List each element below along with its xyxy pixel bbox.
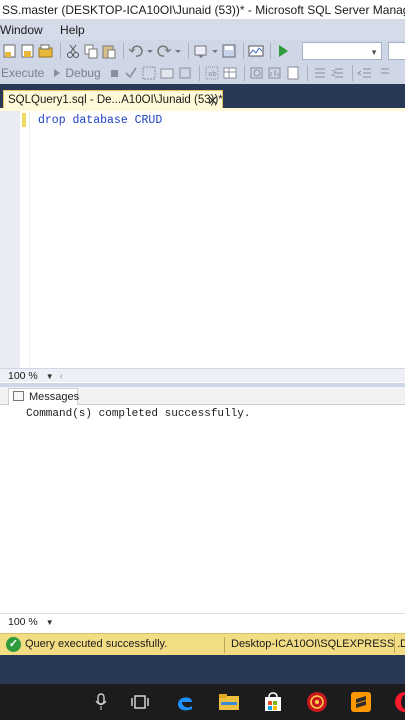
- available-databases-combo[interactable]: ▼: [302, 42, 382, 60]
- red-app-icon[interactable]: [298, 684, 336, 720]
- changed-line-marker: [22, 113, 26, 127]
- toolbar-separator: [198, 65, 200, 81]
- message-line: Command(s) completed successfully.: [26, 408, 251, 420]
- open-file-icon[interactable]: [38, 43, 54, 59]
- tab-messages[interactable]: Messages: [8, 388, 80, 406]
- messages-pane: Command(s) completed successfully.: [0, 405, 405, 613]
- query-editor[interactable]: drop database CRUD: [0, 111, 405, 368]
- copy-icon[interactable]: [83, 43, 99, 59]
- results-to-text-icon[interactable]: ab: [204, 65, 220, 81]
- tab-label: SQLQuery1.sql - De...A10OI\Junaid (53))*: [8, 94, 223, 106]
- sql-editor-toolbar: Execute Debug ab 2: [0, 62, 405, 84]
- toolbar-separator: [351, 65, 353, 81]
- menu-help[interactable]: Help: [60, 23, 85, 37]
- messages-tab-label: Messages: [29, 391, 80, 403]
- save-icon[interactable]: [221, 43, 237, 59]
- toolbar-separator: [243, 65, 245, 81]
- chevron-down-icon[interactable]: ▼: [46, 618, 54, 627]
- include-plan-icon[interactable]: [249, 65, 265, 81]
- menu-bar: Window Help: [0, 20, 405, 40]
- svg-text:ab: ab: [208, 70, 217, 78]
- results-tab-strip: Messages: [0, 387, 405, 406]
- start-debug-icon[interactable]: [275, 43, 291, 59]
- chevron-down-icon: ▼: [370, 48, 378, 57]
- debug-button[interactable]: Debug: [65, 66, 100, 80]
- close-icon[interactable]: ✕: [207, 93, 218, 109]
- debug-play-icon: [52, 65, 62, 81]
- success-check-icon: ✓: [6, 637, 21, 652]
- status-message: Query executed successfully.: [25, 638, 168, 650]
- window-bottom-frame: [0, 655, 405, 684]
- toolbar-separator: [243, 43, 244, 59]
- toolbar-separator: [270, 43, 271, 59]
- uncomment-icon[interactable]: 2: [330, 65, 346, 81]
- editor-margin-line: [29, 111, 30, 368]
- redo-icon[interactable]: [156, 43, 172, 59]
- cut-icon[interactable]: [65, 43, 81, 59]
- client-stats-icon[interactable]: [267, 65, 283, 81]
- code-line[interactable]: drop database CRUD: [38, 114, 162, 127]
- edge-icon[interactable]: [166, 684, 204, 720]
- editor-gutter: [0, 111, 20, 368]
- editor-zoom-value[interactable]: 100 %: [8, 370, 38, 382]
- svg-text:2: 2: [331, 69, 336, 78]
- results-to-file-icon[interactable]: [285, 65, 301, 81]
- parse-check-icon[interactable]: [123, 65, 139, 81]
- activity-monitor-icon[interactable]: [248, 43, 264, 59]
- status-database: D: [400, 638, 405, 650]
- file-explorer-icon[interactable]: [210, 684, 248, 720]
- sublime-text-icon[interactable]: [342, 684, 380, 720]
- decrease-indent-icon[interactable]: [356, 65, 373, 81]
- execute-button[interactable]: Execute: [1, 66, 44, 80]
- results-to-grid-icon[interactable]: [222, 65, 238, 81]
- new-db-query-icon[interactable]: [20, 43, 36, 59]
- menu-window[interactable]: Window: [0, 23, 43, 37]
- results-zoom-bar: 100 % ▼: [0, 613, 405, 633]
- status-server: Desktop-ICA10OI\SQLEXPRESS ...: [231, 638, 405, 650]
- query-options-icon[interactable]: [159, 65, 175, 81]
- query-status-bar: ✓ Query executed successfully. Desktop-I…: [0, 633, 405, 655]
- status-separator: [394, 637, 395, 653]
- opera-icon[interactable]: [386, 684, 405, 720]
- comment-out-icon[interactable]: [312, 65, 328, 81]
- scroll-left-icon[interactable]: ‹: [60, 371, 63, 382]
- solution-config-combo[interactable]: [388, 42, 405, 60]
- store-icon[interactable]: [254, 684, 292, 720]
- document-tab-strip: SQLQuery1.sql - De...A10OI\Junaid (53))*…: [0, 84, 405, 110]
- redo-dropdown-icon[interactable]: [174, 43, 182, 59]
- microphone-icon[interactable]: [82, 684, 120, 720]
- paste-icon[interactable]: [101, 43, 117, 59]
- toolbar-separator: [188, 43, 189, 59]
- increase-indent-icon[interactable]: [375, 65, 391, 81]
- editor-zoom-bar: 100 % ▼ ‹: [0, 368, 405, 382]
- toolbar-separator: [123, 43, 124, 59]
- window-title: SS.master (DESKTOP-ICA10OI\Junaid (53))*…: [0, 0, 405, 20]
- toolbar-separator: [306, 65, 308, 81]
- undo-icon[interactable]: [128, 43, 144, 59]
- messages-icon: [13, 391, 24, 401]
- results-zoom-value[interactable]: 100 %: [8, 616, 38, 628]
- toolbar-separator: [60, 43, 61, 59]
- stop-icon[interactable]: [109, 65, 121, 81]
- task-view-icon[interactable]: [121, 684, 159, 720]
- intellisense-icon[interactable]: [177, 65, 193, 81]
- navigate-icon[interactable]: [193, 43, 209, 59]
- new-query-icon[interactable]: [2, 43, 18, 59]
- tab-sqlquery1[interactable]: SQLQuery1.sql - De...A10OI\Junaid (53))*…: [3, 90, 223, 110]
- status-separator: [224, 637, 225, 653]
- chevron-down-icon[interactable]: ▼: [46, 372, 54, 381]
- display-plan-icon[interactable]: [141, 65, 157, 81]
- navigate-dropdown-icon[interactable]: [211, 43, 219, 59]
- undo-dropdown-icon[interactable]: [146, 43, 154, 59]
